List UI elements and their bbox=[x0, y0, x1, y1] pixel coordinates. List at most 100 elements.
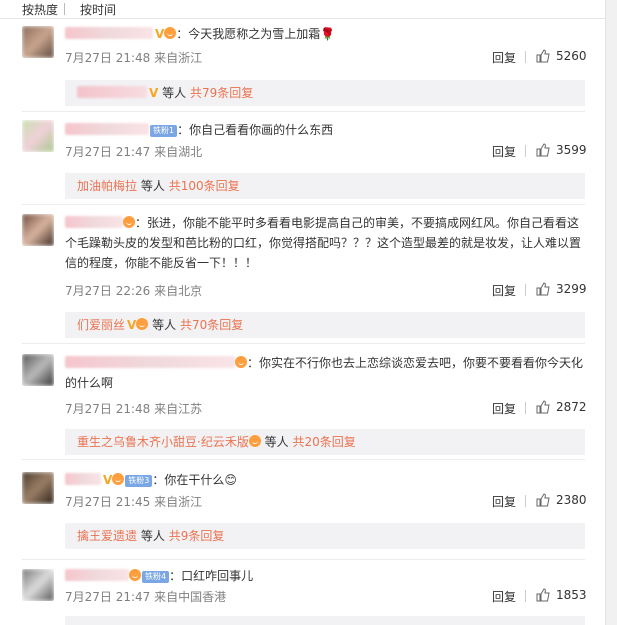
scrollbar[interactable] bbox=[605, 0, 617, 625]
comment-location: 来自浙江 bbox=[154, 495, 203, 509]
comment-time: 7月27日 21:48 bbox=[65, 51, 151, 65]
sub-reply-summary[interactable]: 重生之乌鲁木齐小甜豆·纪云禾版 等人 共20条回复 bbox=[65, 429, 585, 455]
comment-body: V ：今天我愿称之为雪上加霜🌹 bbox=[65, 24, 587, 44]
sub-reply-total[interactable]: 共79条回复 bbox=[190, 86, 253, 100]
sub-reply-user bbox=[77, 86, 147, 98]
like-divider bbox=[525, 495, 526, 507]
reply-button[interactable]: 回复 bbox=[492, 49, 516, 66]
divider bbox=[22, 111, 585, 112]
avatar[interactable] bbox=[22, 354, 54, 386]
sort-by-time-tab[interactable]: 按时间 bbox=[80, 1, 116, 18]
thumbs-up-icon[interactable] bbox=[536, 143, 550, 157]
like-divider bbox=[525, 51, 526, 63]
sub-reply-user[interactable]: 们爱丽丝 bbox=[77, 318, 125, 332]
comment-meta: 7月27日 21:47 来自中国香港 bbox=[65, 588, 226, 605]
reply-button[interactable]: 回复 bbox=[492, 282, 516, 299]
comment-location: 来自江苏 bbox=[154, 402, 203, 416]
sort-divider bbox=[64, 3, 65, 15]
vip-face-icon bbox=[112, 473, 125, 485]
verified-v-icon: V bbox=[155, 27, 165, 41]
divider bbox=[22, 343, 585, 344]
sub-reply-summary[interactable]: 们爱丽丝 V 等人 共70条回复 bbox=[65, 312, 585, 338]
reply-button[interactable]: 回复 bbox=[492, 400, 516, 417]
comment-body: 铁粉1 ：你自己看看你画的什么东西 bbox=[65, 120, 587, 140]
vip-face-icon bbox=[129, 569, 141, 581]
sub-reply-summary[interactable]: 加油帕梅拉 等人 共100条回复 bbox=[65, 173, 585, 199]
sub-reply-total[interactable]: 共100条回复 bbox=[169, 179, 240, 193]
sort-by-hot-tab[interactable]: 按热度 bbox=[22, 1, 58, 18]
comment-time: 7月27日 21:47 bbox=[65, 590, 151, 604]
like-count: 5260 bbox=[556, 49, 587, 63]
comment-body: ：你实在不行你也去上恋综谈恋爱去吧，你要不要看看你今天化的什么啊 bbox=[65, 353, 587, 393]
comment-meta: 7月27日 21:47 来自湖北 bbox=[65, 143, 202, 160]
avatar[interactable] bbox=[22, 569, 54, 601]
sub-reply-total[interactable]: 共9条回复 bbox=[169, 529, 225, 543]
like-count: 2380 bbox=[556, 493, 587, 507]
sub-reply-user[interactable]: 重生之乌鲁木齐小甜豆·纪云禾版 bbox=[77, 435, 249, 449]
sub-reply-summary-partial[interactable] bbox=[65, 616, 585, 625]
comment-body: ：张进，你能不能平时多看看电影提高自己的审美，不要搞成网红风。你自己看看这个毛躁… bbox=[65, 213, 587, 273]
username[interactable] bbox=[65, 569, 129, 581]
comment-location: 来自浙江 bbox=[154, 51, 203, 65]
like-divider bbox=[525, 145, 526, 157]
verified-v-icon: V bbox=[149, 86, 159, 100]
sub-reply-user[interactable]: 擒王爱遗遗 bbox=[77, 529, 137, 543]
username[interactable] bbox=[65, 123, 149, 135]
divider bbox=[22, 559, 585, 560]
comment-body: V 铁粉3 ：你在干什么😊 bbox=[65, 470, 587, 490]
comment-location: 来自湖北 bbox=[154, 145, 203, 159]
comment-time: 7月27日 21:47 bbox=[65, 145, 151, 159]
reply-button[interactable]: 回复 bbox=[492, 493, 516, 510]
verified-v-icon: V bbox=[127, 318, 137, 332]
sub-reply-summary[interactable]: 擒王爱遗遗 等人 共9条回复 bbox=[65, 523, 585, 549]
like-count: 1853 bbox=[556, 588, 587, 602]
comment-time: 7月27日 22:26 bbox=[65, 284, 151, 298]
sub-reply-total[interactable]: 共20条回复 bbox=[293, 435, 356, 449]
vip-face-icon bbox=[235, 356, 247, 368]
comment-time: 7月27日 21:48 bbox=[65, 402, 151, 416]
username[interactable] bbox=[65, 216, 123, 228]
username[interactable] bbox=[65, 27, 153, 39]
comment-time: 7月27日 21:45 bbox=[65, 495, 151, 509]
like-divider bbox=[525, 284, 526, 296]
thumbs-up-icon[interactable] bbox=[536, 493, 550, 507]
comment-text: ：你自己看看你画的什么东西 bbox=[177, 123, 334, 137]
username[interactable] bbox=[65, 356, 235, 368]
reply-button[interactable]: 回复 bbox=[492, 143, 516, 160]
comment-meta: 7月27日 21:48 来自江苏 bbox=[65, 400, 202, 417]
verified-v-icon: V bbox=[103, 473, 113, 487]
thumbs-up-icon[interactable] bbox=[536, 282, 550, 296]
sub-reply-suffix: 等人 bbox=[140, 529, 165, 543]
comment-body: 铁粉4 ：口红咋回事儿 bbox=[65, 566, 587, 586]
fan-badge: 铁粉1 bbox=[150, 125, 178, 137]
thumbs-up-icon[interactable] bbox=[536, 588, 550, 602]
username[interactable] bbox=[65, 473, 101, 485]
sub-reply-user[interactable]: 加油帕梅拉 bbox=[77, 179, 137, 193]
thumbs-up-icon[interactable] bbox=[536, 49, 550, 63]
like-count: 2872 bbox=[556, 400, 587, 414]
avatar[interactable] bbox=[22, 214, 54, 246]
comment-meta: 7月27日 21:45 来自浙江 bbox=[65, 493, 202, 510]
thumbs-up-icon[interactable] bbox=[536, 400, 550, 414]
sub-reply-summary[interactable]: V 等人 共79条回复 bbox=[65, 80, 585, 106]
reply-button[interactable]: 回复 bbox=[492, 588, 516, 605]
like-divider bbox=[525, 590, 526, 602]
like-count: 3599 bbox=[556, 143, 587, 157]
sub-reply-suffix: 等人 bbox=[152, 318, 177, 332]
avatar[interactable] bbox=[22, 472, 54, 504]
comment-meta: 7月27日 21:48 来自浙江 bbox=[65, 49, 202, 66]
fan-badge: 铁粉4 bbox=[142, 571, 170, 583]
vip-face-icon bbox=[123, 216, 135, 228]
sub-reply-total[interactable]: 共70条回复 bbox=[180, 318, 243, 332]
avatar[interactable] bbox=[22, 26, 54, 58]
sort-bar: 按热度 按时间 bbox=[0, 0, 605, 19]
vip-face-icon bbox=[136, 318, 149, 330]
avatar[interactable] bbox=[22, 120, 54, 152]
comment-text: ：今天我愿称之为雪上加霜🌹 bbox=[176, 27, 336, 41]
divider bbox=[22, 459, 585, 460]
like-count: 3299 bbox=[556, 282, 587, 296]
comment-text: ：张进，你能不能平时多看看电影提高自己的审美，不要搞成网红风。你自己看看这个毛躁… bbox=[65, 216, 582, 270]
comment-text: ：口红咋回事儿 bbox=[169, 569, 254, 583]
comment-location: 来自中国香港 bbox=[154, 590, 227, 604]
comment-meta: 7月27日 22:26 来自北京 bbox=[65, 282, 202, 299]
